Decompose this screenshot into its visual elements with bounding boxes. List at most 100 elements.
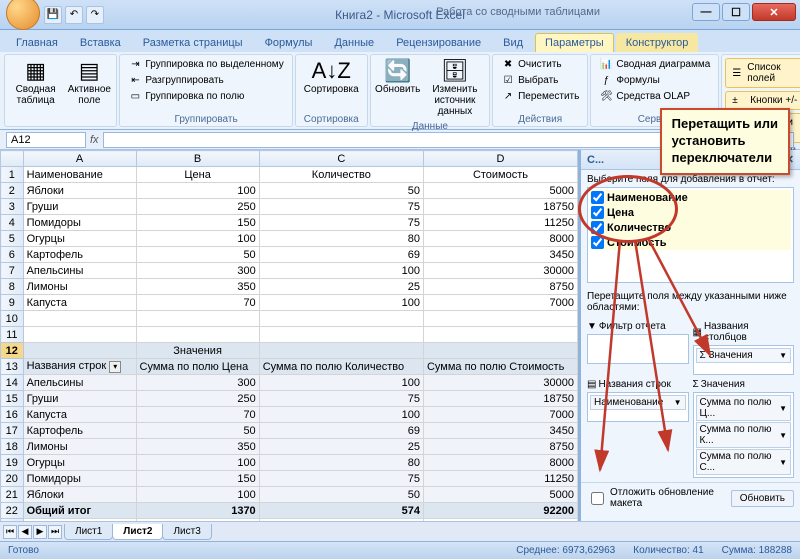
tab-page-layout[interactable]: Разметка страницы <box>133 33 253 52</box>
row-header[interactable]: 6 <box>1 247 24 263</box>
row-header[interactable]: 11 <box>1 327 24 343</box>
field-checkbox[interactable] <box>591 221 604 234</box>
zone-values-item[interactable]: Сумма по полю Ц...▼ <box>696 395 792 421</box>
pivot-field-item[interactable]: Количество <box>590 220 791 235</box>
group-label: Группировать <box>123 113 288 126</box>
row-header[interactable]: 9 <box>1 295 24 311</box>
row-header[interactable]: 5 <box>1 231 24 247</box>
col-header[interactable]: B <box>136 151 259 167</box>
field-checkbox[interactable] <box>591 206 604 219</box>
fx-icon[interactable]: fx <box>90 134 99 146</box>
defer-update-checkbox[interactable]: Отложить обновление макета <box>587 487 725 509</box>
tab-review[interactable]: Рецензирование <box>386 33 491 52</box>
row-header[interactable]: 15 <box>1 391 24 407</box>
select-button[interactable]: ☑Выбрать <box>496 73 584 88</box>
active-field-button[interactable]: ▤Активное поле <box>65 57 113 109</box>
annotation-callout: Перетащить илиустановитьпереключатели <box>660 108 790 175</box>
pivot-chart-button[interactable]: 📊Сводная диаграмма <box>594 57 715 72</box>
qat-save-icon[interactable]: 💾 <box>44 6 62 24</box>
refresh-button[interactable]: 🔄Обновить <box>374 57 422 98</box>
update-button[interactable]: Обновить <box>731 490 794 507</box>
row-header[interactable]: 1 <box>1 167 24 183</box>
row-header[interactable]: 8 <box>1 279 24 295</box>
sort-group-label: Сортировка <box>299 113 364 126</box>
sheet-nav-next-icon[interactable]: ▶ <box>33 525 47 539</box>
qat-undo-icon[interactable]: ↶ <box>65 6 83 24</box>
group-field-button[interactable]: ▭Группировка по полю <box>123 89 288 104</box>
field-checkbox[interactable] <box>591 191 604 204</box>
name-box[interactable]: A12 <box>6 132 86 148</box>
office-button[interactable] <box>6 0 40 30</box>
zone-rows-item[interactable]: Наименование▼ <box>590 395 686 410</box>
row-header[interactable]: 23 <box>1 519 24 522</box>
sort-button[interactable]: A↓ZСортировка <box>299 57 364 98</box>
tab-data[interactable]: Данные <box>324 33 384 52</box>
sheet-tab-1[interactable]: Лист1 <box>64 524 113 540</box>
ungroup-button[interactable]: ⇤Разгруппировать <box>123 73 288 88</box>
sheet-nav-prev-icon[interactable]: ◀ <box>18 525 32 539</box>
select-icon: ☑ <box>501 75 515 86</box>
pivot-field-list[interactable]: НаименованиеЦенаКоличествоСтоимость <box>587 187 794 283</box>
zone-values-item[interactable]: Сумма по полю С...▼ <box>696 449 792 475</box>
zone-filter[interactable] <box>587 334 689 364</box>
sort-icon: A↓Z <box>312 60 351 82</box>
col-header[interactable]: D <box>423 151 577 167</box>
row-header[interactable]: 10 <box>1 311 24 327</box>
sheet-tab-2[interactable]: Лист2 <box>112 524 163 540</box>
pivot-field-list-pane: С... ▼ ✕ Выберите поля для добавления в … <box>580 150 800 521</box>
tab-options[interactable]: Параметры <box>535 33 614 52</box>
window-maximize-button[interactable]: ☐ <box>722 3 750 21</box>
zone-columns[interactable]: Σ Значения▼ <box>693 345 795 375</box>
row-header[interactable]: 19 <box>1 455 24 471</box>
field-checkbox[interactable] <box>591 236 604 249</box>
clear-button[interactable]: ✖Очистить <box>496 57 584 72</box>
sheet-nav-first-icon[interactable]: ⏮ <box>3 525 17 539</box>
row-header[interactable]: 12 <box>1 343 24 359</box>
pivot-table-icon: ▦ <box>25 60 46 82</box>
tab-view[interactable]: Вид <box>493 33 533 52</box>
window-minimize-button[interactable]: — <box>692 3 720 21</box>
tab-design[interactable]: Конструктор <box>616 33 699 52</box>
group-field-icon: ▭ <box>128 91 142 102</box>
columns-icon: ▦ <box>693 327 702 338</box>
tab-formulas[interactable]: Формулы <box>255 33 323 52</box>
refresh-icon: 🔄 <box>384 60 411 82</box>
row-header[interactable]: 7 <box>1 263 24 279</box>
group-selection-button[interactable]: ⇥Группировка по выделенному <box>123 57 288 72</box>
zone-columns-item[interactable]: Σ Значения▼ <box>696 348 792 363</box>
olap-button[interactable]: 🛠Средства OLAP <box>594 89 715 104</box>
row-header[interactable]: 4 <box>1 215 24 231</box>
sheet-tab-3[interactable]: Лист3 <box>162 524 211 540</box>
col-header[interactable]: A <box>23 151 136 167</box>
row-header[interactable]: 2 <box>1 183 24 199</box>
move-button[interactable]: ↗Переместить <box>496 89 584 104</box>
zone-values[interactable]: Сумма по полю Ц...▼Сумма по полю К...▼Су… <box>693 392 795 478</box>
zone-rows[interactable]: Наименование▼ <box>587 392 689 422</box>
zone-values-item[interactable]: Сумма по полю К...▼ <box>696 422 792 448</box>
row-header[interactable]: 20 <box>1 471 24 487</box>
formulas-button[interactable]: ƒФормулы <box>594 73 715 88</box>
pivot-field-item[interactable]: Стоимость <box>590 235 791 250</box>
row-header[interactable]: 14 <box>1 375 24 391</box>
pivot-field-item[interactable]: Наименование <box>590 190 791 205</box>
row-header[interactable]: 3 <box>1 199 24 215</box>
field-list-toggle[interactable]: ☰Список полей <box>725 58 800 88</box>
row-header[interactable]: 18 <box>1 439 24 455</box>
change-source-button[interactable]: 🗄Изменить источник данных <box>424 57 486 120</box>
tab-home[interactable]: Главная <box>6 33 68 52</box>
worksheet-grid[interactable]: ABCD1НаименованиеЦенаКоличествоСтоимость… <box>0 150 580 521</box>
col-header[interactable]: C <box>259 151 423 167</box>
row-header[interactable]: 13 <box>1 359 24 375</box>
row-header[interactable]: 17 <box>1 423 24 439</box>
qat-redo-icon[interactable]: ↷ <box>86 6 104 24</box>
window-close-button[interactable]: ✕ <box>752 3 796 21</box>
row-header[interactable]: 21 <box>1 487 24 503</box>
row-header[interactable]: 16 <box>1 407 24 423</box>
status-count: Количество: 41 <box>633 545 703 556</box>
sheet-nav-last-icon[interactable]: ⏭ <box>48 525 62 539</box>
pivot-table-button[interactable]: ▦Сводная таблица <box>8 57 63 109</box>
row-labels-dropdown-icon[interactable]: ▾ <box>109 361 121 373</box>
row-header[interactable]: 22 <box>1 503 24 519</box>
tab-insert[interactable]: Вставка <box>70 33 131 52</box>
pivot-field-item[interactable]: Цена <box>590 205 791 220</box>
